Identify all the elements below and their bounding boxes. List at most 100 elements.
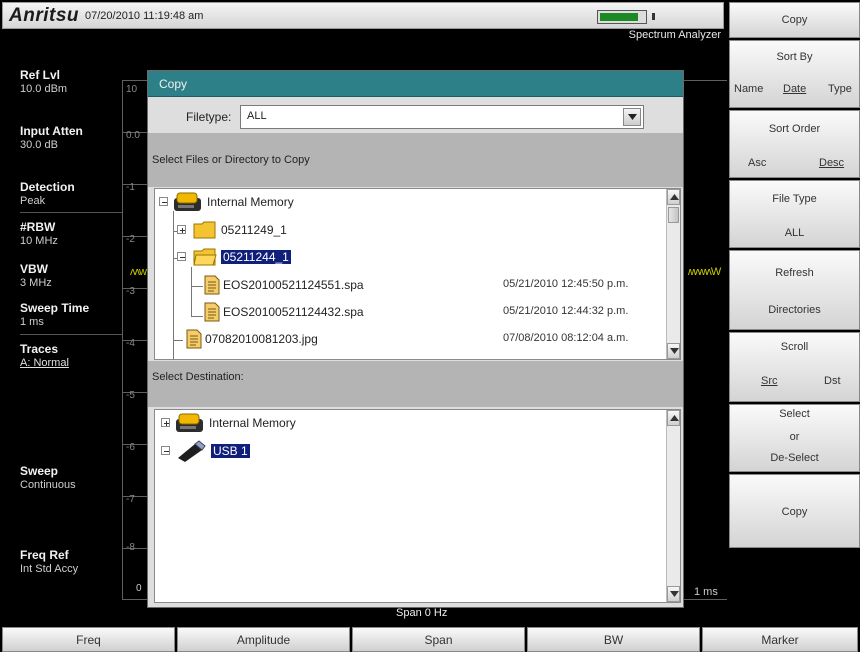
bottom-menu: Freq Amplitude Span BW Marker <box>0 625 860 652</box>
softkey-copy[interactable]: Copy <box>729 474 860 548</box>
param-value: 30.0 dB <box>20 139 58 151</box>
source-section-header: Select Files or Directory to Copy <box>148 133 683 187</box>
source-file-tree[interactable]: Internal Memory 05211249_1 05211244_1 EO… <box>154 188 681 360</box>
scroll-down-icon[interactable] <box>667 586 680 602</box>
tree-item-file[interactable]: 07082010081203.jpg 07/08/2010 08:12:04 a… <box>155 328 675 350</box>
softkey-refresh-directories[interactable]: Refresh Directories <box>729 250 860 330</box>
drive-icon <box>173 191 203 216</box>
scroll-up-icon[interactable] <box>667 189 680 205</box>
softkey-file-type[interactable]: File Type ALL <box>729 180 860 248</box>
param-label: Detection <box>20 180 75 194</box>
tree-item-label: 07082010081203.jpg <box>205 332 318 346</box>
param-ref-level: Ref Lvl 10.0 dBm <box>20 68 120 95</box>
filetype-select[interactable]: ALL <box>240 105 644 129</box>
softkey-select-deselect[interactable]: Select or De-Select <box>729 404 860 472</box>
tree-item-internal-memory[interactable]: Internal Memory <box>155 191 655 213</box>
battery-tip <box>652 13 655 20</box>
softkey-sort-order[interactable]: Sort Order Asc Desc <box>729 110 860 178</box>
softkey-label: Refresh <box>775 267 814 279</box>
softkey-sort-by[interactable]: Sort By Name Date Type <box>729 40 860 108</box>
y-tick: 0.0 <box>126 130 140 141</box>
softkey-panel: Copy Sort By Name Date Type Sort Order A… <box>727 0 860 625</box>
collapse-icon[interactable] <box>161 446 170 455</box>
softkey-title-copy: Copy <box>729 2 860 38</box>
source-scrollbar[interactable] <box>666 189 680 359</box>
filetype-label: Filetype: <box>186 110 232 124</box>
scroll-thumb[interactable] <box>668 207 679 223</box>
dialog-title: Copy <box>159 77 188 91</box>
drive-icon <box>175 412 205 437</box>
y-tick: -6 <box>126 442 135 453</box>
y-tick: -5 <box>126 390 135 401</box>
destination-section-header: Select Destination: <box>148 361 683 407</box>
menu-span-button[interactable]: Span <box>352 627 525 652</box>
menu-marker-button[interactable]: Marker <box>702 627 858 652</box>
softkey-label: Directories <box>768 304 821 316</box>
menu-freq-button[interactable]: Freq <box>2 627 175 652</box>
tree-item-file[interactable]: EOS20100521124551.spa 05/21/2010 12:45:5… <box>155 274 675 296</box>
param-sweep-time: Sweep Time 1 ms <box>20 301 120 328</box>
dialog-title-bar: Copy <box>148 71 683 97</box>
collapse-icon[interactable] <box>177 252 186 261</box>
tree-item-label: 05211249_1 <box>221 223 287 237</box>
param-label: Sweep <box>20 464 59 478</box>
param-detection: Detection Peak <box>20 180 120 207</box>
filetype-row: Filetype: ALL <box>148 97 683 133</box>
option-src: Src <box>761 375 778 387</box>
softkey-value: ALL <box>784 227 805 239</box>
filetype-value: ALL <box>247 110 267 122</box>
param-value: 1 ms <box>20 316 44 328</box>
menu-amplitude-button[interactable]: Amplitude <box>177 627 350 652</box>
softkey-label: Scroll <box>780 341 809 353</box>
softkey-scroll[interactable]: Scroll Src Dst <box>729 332 860 402</box>
param-value: Continuous <box>20 479 76 491</box>
param-value: 10.0 dBm <box>20 83 68 95</box>
tree-item-file[interactable]: EOS20100521124432.spa 05/21/2010 12:44:3… <box>155 301 675 323</box>
param-value: Peak <box>20 195 46 207</box>
document-icon <box>203 274 221 299</box>
option-dst: Dst <box>824 375 841 387</box>
y-tick: -8 <box>126 542 135 553</box>
option-desc: Desc <box>819 157 845 169</box>
y-tick: -3 <box>126 286 135 297</box>
divider <box>20 212 122 213</box>
softkey-label: or <box>789 431 800 443</box>
battery-level <box>600 13 638 21</box>
tree-item-folder-selected[interactable]: 05211244_1 <box>155 246 655 268</box>
folder-icon <box>193 220 217 243</box>
param-label: Traces <box>20 342 59 356</box>
tree-item-label: Internal Memory <box>207 195 294 209</box>
expand-icon[interactable] <box>177 225 186 234</box>
param-sweep: Sweep Continuous <box>20 464 120 491</box>
param-rbw: #RBW 10 MHz <box>20 220 120 247</box>
tree-item-folder[interactable]: 05211249_1 <box>155 219 655 241</box>
param-label: #RBW <box>20 220 56 234</box>
tree-item-label: Internal Memory <box>209 416 296 430</box>
brand-logo: Anritsu <box>9 5 79 26</box>
dropdown-arrow-icon[interactable] <box>623 108 641 126</box>
usb-drive-icon <box>175 440 207 465</box>
file-date: 05/21/2010 12:45:50 p.m. <box>503 278 629 290</box>
tree-item-usb[interactable]: USB 1 <box>155 440 655 462</box>
tree-item-label: USB 1 <box>211 444 250 458</box>
scroll-down-icon[interactable] <box>667 343 680 359</box>
param-label: Freq Ref <box>20 548 69 562</box>
destination-tree[interactable]: Internal Memory USB 1 <box>154 409 681 603</box>
option-name: Name <box>734 83 764 95</box>
option-date: Date <box>783 83 807 95</box>
document-icon <box>203 301 221 326</box>
mode-label: Spectrum Analyzer <box>628 29 721 41</box>
span-label: Span 0 Hz <box>396 607 448 619</box>
tree-item-internal-memory[interactable]: Internal Memory <box>155 412 655 434</box>
x-start-label: 0 <box>136 583 142 594</box>
menu-bw-button[interactable]: BW <box>527 627 700 652</box>
expand-icon[interactable] <box>161 418 170 427</box>
destination-scrollbar[interactable] <box>666 410 680 602</box>
param-input-atten: Input Atten 30.0 dB <box>20 124 120 151</box>
option-type: Type <box>828 83 852 95</box>
tree-item-label: 05211244_1 <box>221 250 291 264</box>
scroll-up-icon[interactable] <box>667 410 680 426</box>
softkey-title: Copy <box>781 14 808 26</box>
collapse-icon[interactable] <box>159 197 168 206</box>
param-freq-ref: Freq Ref Int Std Accy <box>20 548 120 575</box>
